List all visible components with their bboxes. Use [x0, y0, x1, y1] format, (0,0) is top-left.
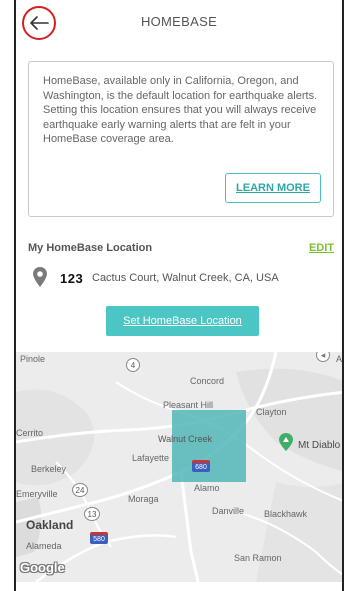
map-label-walnut-creek: Walnut Creek [158, 434, 213, 444]
map-label-oakland: Oakland [26, 518, 74, 532]
map-label-berkeley: Berkeley [31, 464, 67, 474]
park-marker-icon[interactable] [278, 432, 294, 452]
app-screen: HOMEBASE HomeBase, available only in Cal… [14, 0, 344, 591]
map-label-an: An [336, 354, 343, 364]
info-text: HomeBase, available only in California, … [43, 75, 318, 145]
map-label-mt-diablo: Mt Diablo [298, 440, 341, 451]
set-homebase-button[interactable]: Set HomeBase Location [106, 306, 259, 336]
map-label-pinole: Pinole [20, 354, 46, 364]
map-view[interactable]: Pinole Concord Pleasant Hill Clayton Cer… [16, 352, 343, 582]
address-text: Cactus Court, Walnut Creek, CA, USA [92, 272, 279, 284]
map-label-cerrito: Cerrito [16, 428, 44, 438]
map-label-moraga: Moraga [128, 494, 159, 504]
map-label-alamo: Alamo [194, 483, 220, 493]
edit-link[interactable]: EDIT [309, 242, 334, 254]
google-attribution: Google [20, 560, 65, 575]
location-heading: My HomeBase Location [28, 242, 153, 254]
map-label-pleasant-hill: Pleasant Hill [163, 400, 214, 410]
map-label-emeryville: Emeryville [16, 489, 58, 499]
map-label-clayton: Clayton [256, 407, 287, 417]
interstate-580-shield: 580 [90, 532, 108, 544]
map-label-danville: Danville [212, 506, 245, 516]
info-card: HomeBase, available only in California, … [28, 61, 334, 217]
map-label-lafayette: Lafayette [132, 453, 170, 463]
map-label-concord: Concord [190, 376, 225, 386]
route-shield-13: 13 [84, 507, 100, 521]
interstate-680-shield: 680 [192, 460, 210, 472]
route-shield-4: 4 [126, 358, 140, 372]
map-label-san-ramon: San Ramon [234, 553, 282, 563]
app-header: HOMEBASE [16, 0, 342, 44]
route-shield-24: 24 [72, 483, 88, 497]
map-label-alameda: Alameda [26, 541, 62, 551]
page-title: HOMEBASE [140, 14, 218, 29]
map-label-blackhawk: Blackhawk [264, 509, 308, 519]
location-pin-icon [33, 267, 47, 287]
learn-more-button[interactable]: LEARN MORE [225, 173, 321, 203]
address-number: 123 [60, 271, 84, 286]
